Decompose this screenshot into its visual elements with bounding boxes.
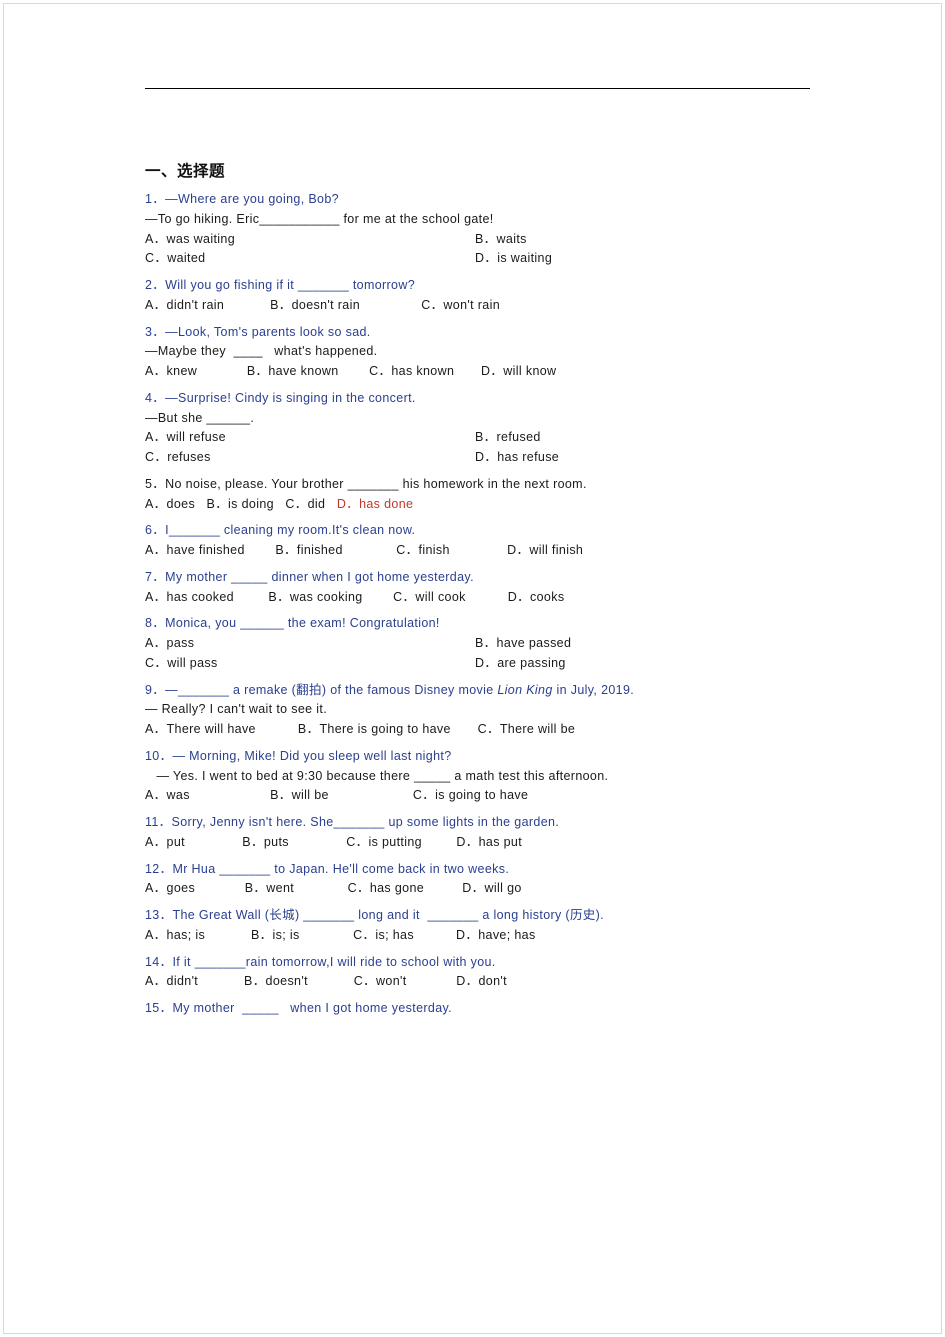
question-line: 13．The Great Wall (长城) _______ long and … [145, 908, 604, 922]
question-line: 12．Mr Hua _______ to Japan. He'll come b… [145, 861, 510, 876]
question-line: 3．—Look, Tom's parents look so sad. [145, 324, 371, 339]
question-item: 3．—Look, Tom's parents look so sad. —May… [145, 323, 810, 381]
question-line: — Really? I can't wait to see it. [145, 702, 328, 717]
question-item: 15．My mother _____ when I got home yeste… [145, 999, 810, 1018]
option-line[interactable]: A．didn't B．doesn't C．won't D．don't [145, 972, 810, 991]
question-line: —But she ______. [145, 410, 255, 425]
question-item: 9．—_______ a remake (翻拍) of the famous D… [145, 681, 810, 739]
question-item: 2．Will you go fishing if it _______ tomo… [145, 276, 810, 315]
question-line: 10．— Morning, Mike! Did you sleep well l… [145, 748, 452, 763]
question-line: 2．Will you go fishing if it _______ tomo… [145, 278, 416, 292]
question-line: 7．My mother _____ dinner when I got home… [145, 569, 474, 584]
question-item: 7．My mother _____ dinner when I got home… [145, 568, 810, 607]
question-item: 13．The Great Wall (长城) _______ long and … [145, 906, 810, 945]
option[interactable]: C．waited [145, 249, 475, 268]
question-item: 1．—Where are you going, Bob? —To go hiki… [145, 190, 810, 268]
option[interactable]: D．is waiting [475, 249, 552, 268]
option-line[interactable]: A．goes B．went C．has gone D．will go [145, 879, 810, 898]
option-row: A．was waiting B．waits [145, 230, 810, 249]
option-line[interactable]: A．knew B．have known C．has known D．will k… [145, 362, 810, 381]
question-line: 4．—Surprise! Cindy is singing in the con… [145, 390, 416, 405]
question-item: 4．—Surprise! Cindy is singing in the con… [145, 389, 810, 467]
option[interactable]: B．waits [475, 230, 527, 249]
option-line[interactable]: A．does B．is doing C．did D．has done [145, 495, 810, 514]
option-line[interactable]: A．There will have B．There is going to ha… [145, 720, 810, 739]
option[interactable]: C．refuses [145, 448, 475, 467]
question-line: 8．Monica, you ______ the exam! Congratul… [145, 616, 440, 631]
question-line: 15．My mother _____ when I got home yeste… [145, 1001, 452, 1015]
document-content: 一、选择题 1．—Where are you going, Bob? —To g… [145, 88, 810, 1026]
question-item: 8．Monica, you ______ the exam! Congratul… [145, 614, 810, 672]
option-row: C．waited D．is waiting [145, 249, 810, 268]
option-line[interactable]: A．has cooked B．was cooking C．will cook D… [145, 588, 810, 607]
option-highlighted[interactable]: D．has done [337, 497, 413, 511]
option[interactable]: B．refused [475, 428, 541, 447]
question-line: 6．I_______ cleaning my room.It's clean n… [145, 523, 416, 538]
question-line: —Maybe they ____ what's happened. [145, 344, 378, 359]
question-line: 5．No noise, please. Your brother _______… [145, 476, 587, 491]
option[interactable]: B．have passed [475, 634, 571, 653]
option[interactable]: A．was waiting [145, 230, 475, 249]
question-item: 5．No noise, please. Your brother _______… [145, 475, 810, 514]
option-line[interactable]: A．put B．puts C．is putting D．has put [145, 833, 810, 852]
question-item: 11．Sorry, Jenny isn't here. She_______ u… [145, 813, 810, 852]
option-group[interactable]: A．does B．is doing C．did [145, 497, 337, 511]
option-row: A．pass B．have passed [145, 634, 810, 653]
question-line: 11．Sorry, Jenny isn't here. She_______ u… [145, 815, 560, 829]
question-item: 14．If it _______rain tomorrow,I will rid… [145, 953, 810, 992]
option[interactable]: A．pass [145, 634, 475, 653]
question-line: — Yes. I went to bed at 9:30 because the… [145, 768, 609, 783]
movie-title: Lion King [497, 682, 553, 697]
question-line: 1．—Where are you going, Bob? [145, 192, 339, 206]
option-row: C．refuses D．has refuse [145, 448, 810, 467]
option-line[interactable]: A．have finished B．finished C．finish D．wi… [145, 541, 810, 560]
option-line[interactable]: A．didn't rain B．doesn't rain C．won't rai… [145, 296, 810, 315]
question-item: 6．I_______ cleaning my room.It's clean n… [145, 521, 810, 560]
document-page: 一、选择题 1．—Where are you going, Bob? —To g… [0, 0, 945, 1337]
option-row: A．will refuse B．refused [145, 428, 810, 447]
option-row: C．will pass D．are passing [145, 654, 810, 673]
section-title: 一、选择题 [145, 163, 226, 180]
header-rule [145, 88, 810, 89]
question-item: 12．Mr Hua _______ to Japan. He'll come b… [145, 860, 810, 899]
question-line: 9．—_______ a remake (翻拍) of the famous D… [145, 681, 810, 700]
option[interactable]: C．will pass [145, 654, 475, 673]
question-line: 14．If it _______rain tomorrow,I will rid… [145, 954, 496, 969]
question-line: —To go hiking. Eric___________ for me at… [145, 211, 494, 226]
question-text: in July, 2019. [552, 682, 635, 697]
option[interactable]: A．will refuse [145, 428, 475, 447]
question-text: 9．—_______ a remake (翻拍) of the famous D… [145, 682, 498, 697]
option[interactable]: D．are passing [475, 654, 566, 673]
option-line[interactable]: A．has; is B．is; is C．is; has D．have; has [145, 926, 810, 945]
option[interactable]: D．has refuse [475, 448, 559, 467]
question-item: 10．— Morning, Mike! Did you sleep well l… [145, 747, 810, 805]
option-line[interactable]: A．was B．will be C．is going to have [145, 786, 810, 805]
